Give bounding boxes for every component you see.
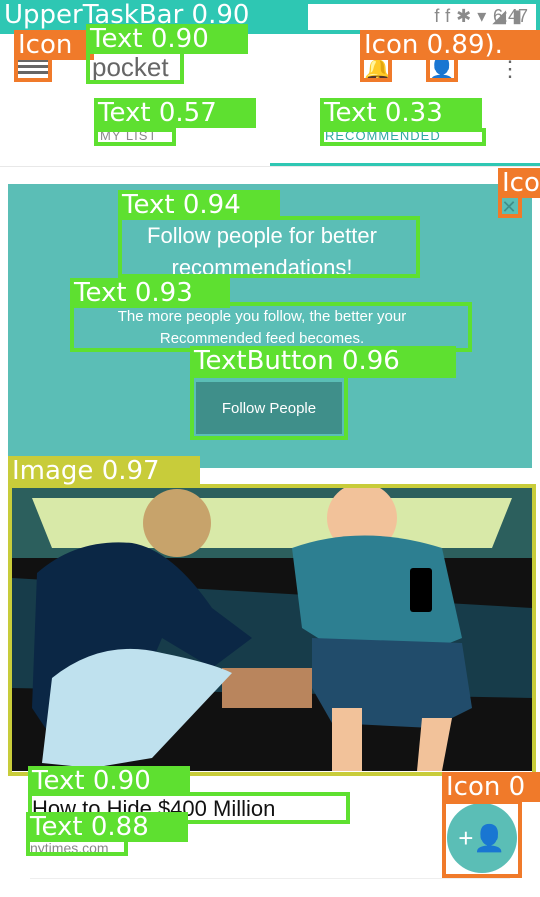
close-icon-label: Ico (498, 168, 540, 198)
card-title-label: Text 0.94 (118, 190, 280, 220)
fab-label: Icon 0 (442, 772, 540, 802)
divider (30, 878, 510, 879)
menu-icon-label: Icon (14, 30, 94, 60)
active-tab-indicator (270, 163, 540, 166)
tab-mylist-label: Text 0.57 (94, 98, 256, 128)
fab-box (442, 800, 522, 878)
tab-mylist-box (94, 128, 176, 146)
text-button-box (190, 374, 348, 440)
logo-box (86, 50, 184, 84)
card-body-label: Text 0.93 (70, 278, 230, 308)
image-label: Image 0.97 (8, 456, 200, 488)
tab-recommended-box (320, 128, 486, 146)
text-button-label: TextButton 0.96 (190, 346, 456, 378)
image-box (8, 484, 536, 776)
source-label: Text 0.88 (26, 812, 188, 842)
card-body-box (70, 302, 472, 352)
top-icons-label: Icon 0.89). (360, 30, 540, 60)
card-title-box (118, 216, 420, 278)
logo-label: Text 0.90 (86, 24, 248, 54)
tab-recommended-label: Text 0.33 (320, 98, 482, 128)
headline-label: Text 0.90 (28, 766, 190, 796)
